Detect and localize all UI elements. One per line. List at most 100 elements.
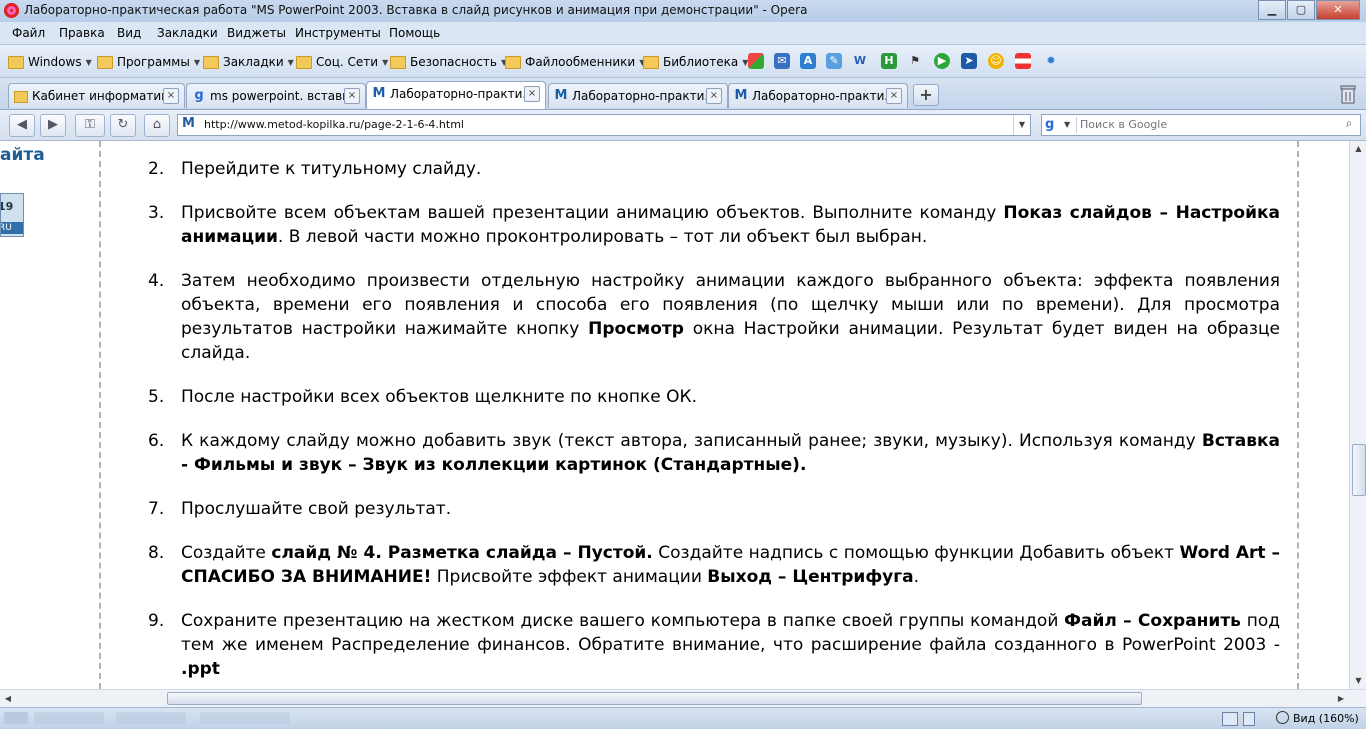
tab-4[interactable]: M Лабораторно-практи... × bbox=[548, 83, 728, 108]
bookmark-folder-social[interactable]: Соц. Сети ▼ bbox=[296, 54, 388, 70]
arrow-left-icon: ◀ bbox=[17, 117, 27, 132]
google-icon[interactable]: g bbox=[1045, 117, 1061, 133]
bookmark-folder-filesharing[interactable]: Файлообменники▼ bbox=[505, 54, 645, 70]
tab-close-button[interactable]: × bbox=[163, 88, 179, 104]
search-input[interactable] bbox=[1080, 116, 1330, 132]
chevron-down-icon: ▼ bbox=[85, 57, 92, 67]
bookmark-folder-bookmarks[interactable]: Закладки ▼ bbox=[203, 54, 294, 70]
list-item: 2. Перейдите к титульному слайду. bbox=[148, 157, 1280, 181]
site-m-icon: M bbox=[182, 116, 195, 131]
scroll-thumb-horizontal[interactable] bbox=[167, 692, 1142, 705]
text: Присвойте всем объектам вашей презентаци… bbox=[181, 203, 1004, 223]
word-icon[interactable]: W bbox=[852, 53, 868, 69]
menu-tools[interactable]: Инструменты bbox=[295, 26, 381, 40]
chevron-down-icon[interactable]: ▼ bbox=[1013, 115, 1030, 135]
horizontal-scrollbar[interactable]: ◀ ▶ bbox=[0, 689, 1366, 707]
sidebar-heading: айта bbox=[0, 145, 45, 165]
home-icon: ⌂ bbox=[152, 117, 162, 132]
zoom-icon bbox=[1276, 711, 1289, 724]
tab-2[interactable]: g ms powerpoint. вставк... × bbox=[186, 83, 366, 108]
zoom-control[interactable]: Вид (160%) bbox=[1276, 711, 1359, 725]
list-item: 3. Присвойте всем объектам вашей презента… bbox=[148, 201, 1280, 249]
dropdown-icon[interactable] bbox=[1243, 712, 1255, 726]
home-button[interactable]: ⌂ bbox=[144, 114, 170, 137]
tab-close-button[interactable]: × bbox=[344, 88, 360, 104]
play-icon[interactable]: ▶ bbox=[934, 53, 950, 69]
list-item-number: 2. bbox=[148, 159, 165, 179]
site-m-icon: M bbox=[734, 88, 748, 103]
tab-1[interactable]: Кабинет информатик... × bbox=[8, 83, 185, 108]
arrow-icon[interactable]: ➤ bbox=[961, 53, 977, 69]
calendar-suffix: RU bbox=[1, 222, 23, 234]
pen-icon[interactable]: ✎ bbox=[826, 53, 842, 69]
column-divider-left bbox=[99, 141, 101, 689]
stripe-icon[interactable] bbox=[1015, 53, 1031, 69]
bookmark-folder-programs[interactable]: Программы ▼ bbox=[97, 54, 200, 70]
menu-help[interactable]: Помощь bbox=[389, 26, 440, 40]
scroll-down-icon[interactable]: ▼ bbox=[1350, 673, 1366, 689]
gear-icon[interactable]: ✹ bbox=[1043, 53, 1059, 69]
maximize-button[interactable]: ▢ bbox=[1287, 0, 1315, 20]
smiley-icon[interactable]: ☺ bbox=[988, 53, 1004, 69]
reload-button[interactable]: ↻ bbox=[110, 114, 136, 137]
close-button[interactable]: ✕ bbox=[1316, 0, 1360, 20]
bold-text: .ppt bbox=[181, 659, 220, 679]
status-segment bbox=[116, 712, 186, 724]
chevron-down-icon: ▼ bbox=[382, 57, 389, 67]
list-item-number: 8. bbox=[148, 543, 165, 563]
menu-bookmarks[interactable]: Закладки bbox=[157, 26, 218, 40]
bookmark-folder-windows[interactable]: Windows ▼ bbox=[8, 54, 92, 70]
status-panel-icon[interactable] bbox=[4, 712, 28, 724]
wand-button[interactable]: ⚿ bbox=[75, 114, 105, 137]
text: К каждому слайду можно добавить звук (те… bbox=[181, 431, 1202, 451]
page-content: айта 19 RU 2. Перейдите к титульному слай… bbox=[0, 141, 1349, 689]
address-field[interactable]: M http://www.metod-kopilka.ru/page-2-1-6… bbox=[177, 114, 1031, 136]
translate-icon[interactable]: A bbox=[800, 53, 816, 69]
tab-5[interactable]: M Лабораторно-практи... × bbox=[728, 83, 908, 108]
google-icon: g bbox=[194, 88, 204, 103]
menu-widgets[interactable]: Виджеты bbox=[227, 26, 286, 40]
list-item: 7. Прослушайте свой результат. bbox=[148, 497, 1280, 521]
menu-view[interactable]: Вид bbox=[117, 26, 141, 40]
vertical-scrollbar[interactable]: ▲ ▼ bbox=[1349, 141, 1366, 689]
screen-icon[interactable] bbox=[1222, 712, 1238, 726]
column-divider-right bbox=[1297, 141, 1299, 689]
h-icon[interactable]: H bbox=[881, 53, 897, 69]
calendar-widget[interactable]: 19 RU bbox=[0, 193, 24, 237]
bold-text: слайд № 4. Разметка слайда – Пустой. bbox=[271, 543, 653, 563]
search-icon[interactable]: ⌕ bbox=[1340, 116, 1358, 132]
forward-button[interactable]: ▶ bbox=[40, 114, 66, 137]
folder-icon bbox=[390, 55, 406, 69]
tab-3-active[interactable]: M Лабораторно-практи... × bbox=[366, 81, 546, 109]
bold-text: Просмотр bbox=[588, 319, 684, 339]
scroll-right-icon[interactable]: ▶ bbox=[1333, 690, 1349, 707]
tab-bar: Кабинет информатик... × g ms powerpoint.… bbox=[0, 78, 1366, 110]
trash-icon[interactable] bbox=[1340, 84, 1356, 104]
bookmarks-bar: Windows ▼ Программы ▼ Закладки ▼ Соц. Сети ▼… bbox=[0, 45, 1366, 78]
scroll-thumb[interactable] bbox=[1352, 444, 1366, 496]
arrow-right-icon: ▶ bbox=[48, 117, 58, 132]
mail-icon[interactable]: ✉ bbox=[774, 53, 790, 69]
bookmark-folder-library[interactable]: Библиотека ▼ bbox=[643, 54, 748, 70]
chevron-down-icon[interactable]: ▼ bbox=[1064, 115, 1070, 135]
scroll-up-icon[interactable]: ▲ bbox=[1350, 141, 1366, 157]
minimize-button[interactable]: ▁ bbox=[1258, 0, 1286, 20]
scroll-left-icon[interactable]: ◀ bbox=[0, 690, 16, 707]
window-title: Лабораторно-практическая работа "MS Powe… bbox=[24, 3, 808, 17]
bookmark-folder-security[interactable]: Безопасность▼ bbox=[390, 54, 507, 70]
list-item-number: 3. bbox=[148, 203, 165, 223]
text: Создайте bbox=[181, 543, 272, 563]
tab-close-button[interactable]: × bbox=[706, 88, 722, 104]
text: Присвойте эффект анимации bbox=[431, 567, 708, 587]
menu-file[interactable]: Файл bbox=[12, 26, 45, 40]
menu-edit[interactable]: Правка bbox=[59, 26, 105, 40]
windows-logo-icon[interactable] bbox=[748, 53, 764, 69]
tab-close-button[interactable]: × bbox=[886, 88, 902, 104]
tab-close-button[interactable]: × bbox=[524, 86, 540, 102]
flag-icon[interactable]: ⚑ bbox=[907, 53, 923, 69]
back-button[interactable]: ◀ bbox=[9, 114, 35, 137]
reload-icon: ↻ bbox=[117, 117, 129, 132]
text: . В левой части можно проконтролировать … bbox=[277, 227, 928, 247]
new-tab-button[interactable]: + bbox=[913, 84, 939, 106]
divider bbox=[1076, 117, 1077, 133]
